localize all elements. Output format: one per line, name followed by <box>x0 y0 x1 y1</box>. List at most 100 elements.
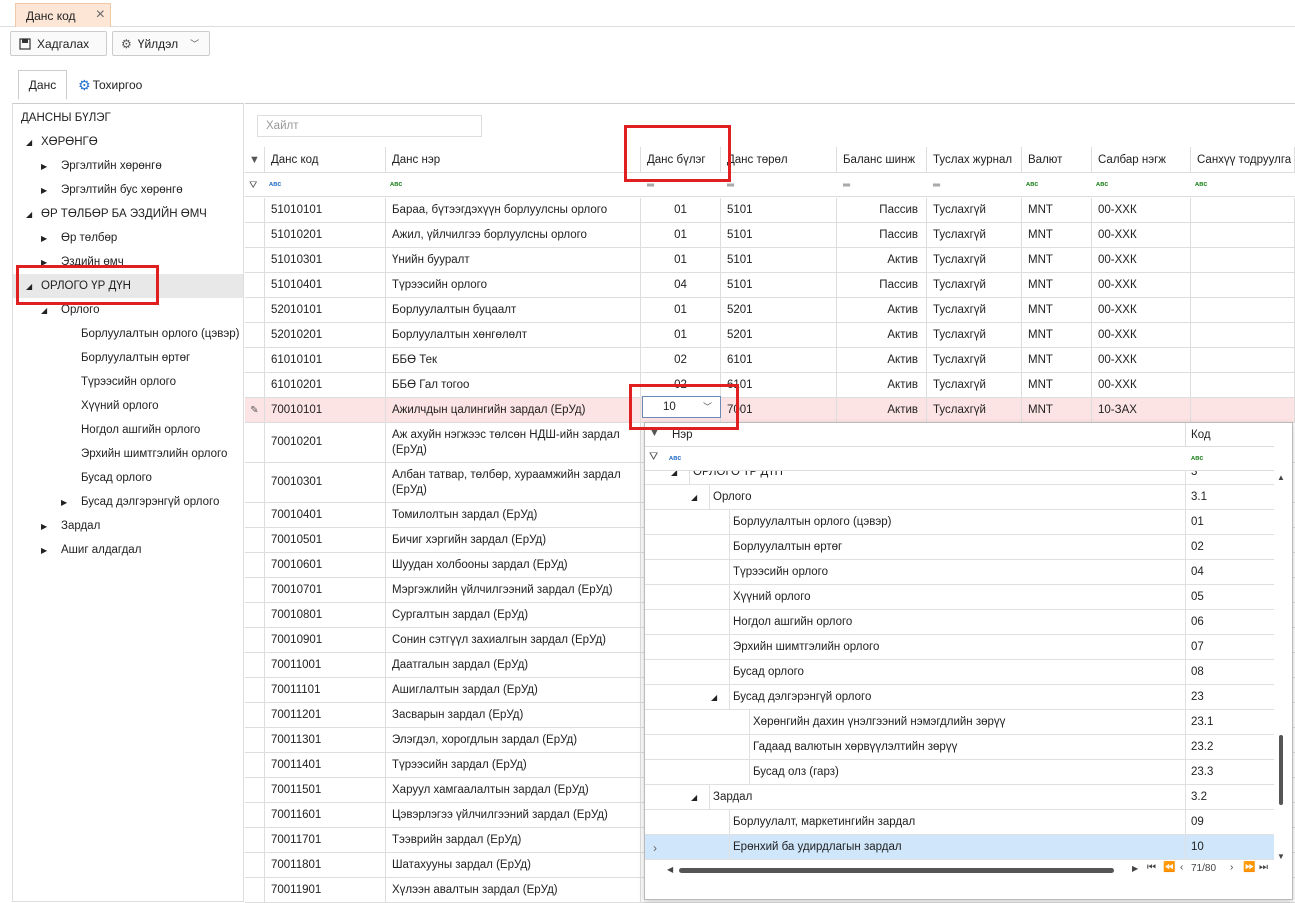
table-row[interactable]: 51010301 Үнийн бууралт 01 5101 Актив Туслахгү… <box>245 248 1295 273</box>
table-cell[interactable]: MNT <box>1022 273 1092 297</box>
table-cell[interactable]: 70010301 <box>265 463 386 502</box>
table-cell[interactable]: 52010101 <box>265 298 386 322</box>
column-header[interactable]: Валют <box>1022 147 1092 173</box>
table-cell[interactable]: Туслахгүй <box>927 198 1022 222</box>
table-cell[interactable]: Актив <box>837 298 927 322</box>
tree-node[interactable]: ОРЛОГО ҮР ДҮН <box>41 276 131 296</box>
prev-block-icon[interactable]: ⏪ <box>1163 862 1175 873</box>
table-cell[interactable]: 70011001 <box>265 653 386 677</box>
table-row[interactable]: ✎ 70010101 Ажилчдын цалингийн зардал (ЕрУд… <box>245 398 1295 423</box>
table-cell[interactable]: 00-ХХК <box>1092 248 1191 272</box>
next-block-icon[interactable]: ⏩ <box>1243 862 1255 873</box>
table-cell[interactable] <box>1191 398 1295 422</box>
table-cell[interactable]: 70010901 <box>265 628 386 652</box>
table-cell[interactable]: ББӨ Гал тогоо <box>386 373 641 397</box>
table-cell[interactable]: 00-ХХК <box>1092 323 1191 347</box>
abc-filter-icon[interactable]: ᴀʙᴄ <box>1191 455 1203 462</box>
tree-node[interactable]: Эргэлтийн хөрөнгө <box>61 156 162 176</box>
table-cell[interactable]: 01 <box>641 198 721 222</box>
table-cell[interactable]: Аж ахуйн нэгжээс төлсөн НДШ-ийн зардал (… <box>386 423 641 462</box>
first-page-icon[interactable]: ⏮ <box>1147 862 1156 873</box>
table-cell[interactable]: Түрээсийн зардал (ЕрУд) <box>386 753 641 777</box>
tab-tokhirgoo[interactable]: ⚙ Тохиргоо <box>68 70 152 100</box>
popup-row[interactable]: Ерөнхий ба удирдлагын зардал 10 <box>645 835 1274 860</box>
table-cell[interactable]: 00-ХХК <box>1092 223 1191 247</box>
popup-row[interactable]: Түрээсийн орлого 04 <box>645 560 1274 585</box>
expand-arrow-icon[interactable]: ▶ <box>41 522 47 531</box>
table-cell[interactable]: Туслахгүй <box>927 323 1022 347</box>
equals-filter-icon[interactable]: ═ <box>647 180 654 191</box>
column-header[interactable]: Туслах журнал <box>927 147 1022 173</box>
table-cell[interactable]: MNT <box>1022 323 1092 347</box>
table-cell[interactable]: Пассив <box>837 198 927 222</box>
popup-row[interactable]: Борлуулалтын өртөг 02 <box>645 535 1274 560</box>
equals-filter-icon[interactable]: ═ <box>727 180 734 191</box>
table-cell[interactable] <box>1191 273 1295 297</box>
table-cell[interactable]: 70010501 <box>265 528 386 552</box>
table-cell[interactable]: Сургалтын зардал (ЕрУд) <box>386 603 641 627</box>
table-cell[interactable]: 70010101 <box>265 398 386 422</box>
table-cell[interactable] <box>1191 198 1295 222</box>
table-cell[interactable]: Үнийн бууралт <box>386 248 641 272</box>
column-header[interactable]: Салбар нэгж <box>1092 147 1191 173</box>
tree-node[interactable]: Бусад дэлгэрэнгүй орлого <box>81 492 219 512</box>
dans-buleg-editor[interactable]: 10 ﹀ <box>642 396 721 418</box>
expand-arrow-icon[interactable]: ▶ <box>41 234 47 243</box>
table-cell[interactable]: MNT <box>1022 298 1092 322</box>
table-cell[interactable]: Тээврийн зардал (ЕрУд) <box>386 828 641 852</box>
table-cell[interactable]: Элэгдэл, хорогдлын зардал (ЕрУд) <box>386 728 641 752</box>
column-header[interactable]: Санхүү тодруулга <box>1191 147 1295 173</box>
table-cell[interactable]: 00-ХХК <box>1092 373 1191 397</box>
table-cell[interactable] <box>1191 248 1295 272</box>
table-cell[interactable]: Ажил, үйлчилгээ борлуулсны орлого <box>386 223 641 247</box>
table-cell[interactable]: 04 <box>641 273 721 297</box>
table-cell[interactable]: Албан татвар, төлбөр, хураамжийн зардал … <box>386 463 641 502</box>
table-cell[interactable] <box>1191 298 1295 322</box>
search-input[interactable]: Хайлт <box>257 115 482 137</box>
tree-node[interactable]: Түрээсийн орлого <box>81 372 176 392</box>
filter-icon[interactable]: ▼ <box>649 427 660 439</box>
table-cell[interactable]: 5201 <box>721 323 837 347</box>
popup-row[interactable]: Бусад орлого 08 <box>645 660 1274 685</box>
table-cell[interactable] <box>1191 323 1295 347</box>
abc-filter-icon[interactable]: ᴀʙᴄ <box>1096 181 1108 188</box>
table-cell[interactable]: Харуул хамгаалалтын зардал (ЕрУд) <box>386 778 641 802</box>
table-cell[interactable]: 5101 <box>721 198 837 222</box>
table-cell[interactable]: 01 <box>641 298 721 322</box>
popup-row[interactable]: Ногдол ашгийн орлого 06 <box>645 610 1274 635</box>
abc-filter-icon[interactable]: ᴀʙᴄ <box>390 181 402 188</box>
table-cell[interactable]: Түрээсийн орлого <box>386 273 641 297</box>
popup-row[interactable]: Эрхийн шимтгэлийн орлого 07 <box>645 635 1274 660</box>
popup-col-code[interactable]: Код <box>1191 423 1211 447</box>
table-cell[interactable]: 70010701 <box>265 578 386 602</box>
collapse-arrow-icon[interactable]: ◢ <box>26 282 32 291</box>
horizontal-scrollbar[interactable] <box>679 868 1114 873</box>
table-cell[interactable]: 5101 <box>721 223 837 247</box>
table-cell[interactable]: 61010101 <box>265 348 386 372</box>
filter-icon[interactable]: ⛛ <box>249 180 257 191</box>
table-cell[interactable]: Туслахгүй <box>927 223 1022 247</box>
tree-node[interactable]: Эргэлтийн бус хөрөнгө <box>61 180 183 200</box>
table-cell[interactable]: 70010801 <box>265 603 386 627</box>
popup-row[interactable]: Хөрөнгийн дахин үнэлгээний нэмэгдлийн зө… <box>645 710 1274 735</box>
table-cell[interactable] <box>1191 373 1295 397</box>
table-cell[interactable]: 70011601 <box>265 803 386 827</box>
column-header[interactable]: Данс бүлэг <box>641 147 721 173</box>
table-cell[interactable]: 00-ХХК <box>1092 273 1191 297</box>
table-cell[interactable]: 5201 <box>721 298 837 322</box>
table-cell[interactable]: Ажилчдын цалингийн зардал (ЕрУд) <box>386 398 641 422</box>
table-cell[interactable]: 52010201 <box>265 323 386 347</box>
vertical-scrollbar[interactable]: ▲ ▼ <box>1277 473 1287 861</box>
column-header[interactable]: Данс төрөл <box>721 147 837 173</box>
tree-node[interactable]: Эздийн өмч <box>61 252 124 272</box>
table-cell[interactable]: 70010401 <box>265 503 386 527</box>
table-cell[interactable]: 01 <box>641 248 721 272</box>
tree-node[interactable]: Орлого <box>61 300 100 320</box>
table-cell[interactable]: Борлуулалтын буцаалт <box>386 298 641 322</box>
table-cell[interactable]: MNT <box>1022 398 1092 422</box>
table-cell[interactable]: Туслахгүй <box>927 373 1022 397</box>
table-cell[interactable]: 6101 <box>721 373 837 397</box>
prev-page-icon[interactable]: ‹ <box>1180 862 1183 873</box>
abc-filter-icon[interactable]: ᴀʙᴄ <box>1195 181 1207 188</box>
table-cell[interactable]: 70010601 <box>265 553 386 577</box>
